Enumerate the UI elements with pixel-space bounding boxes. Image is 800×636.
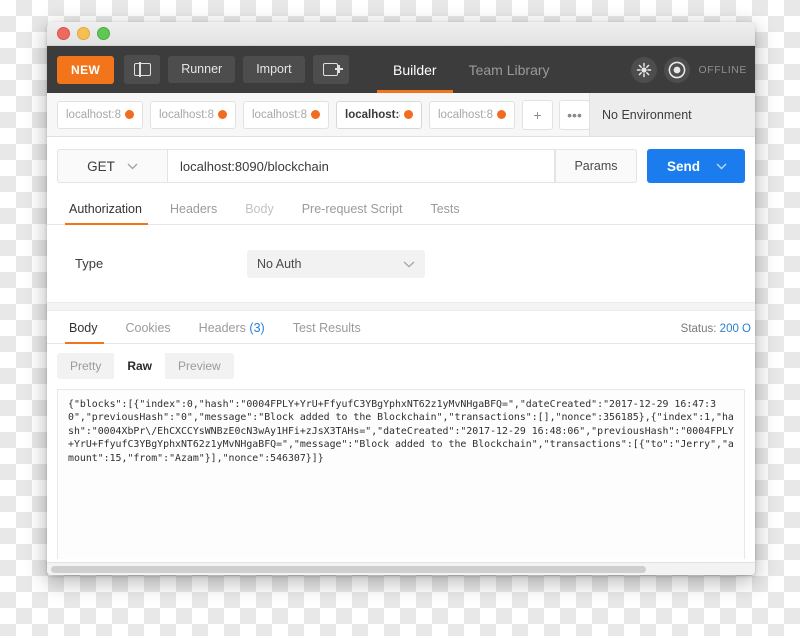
format-pretty-button[interactable]: Pretty — [57, 353, 114, 379]
sidebar-toggle-button[interactable] — [124, 55, 161, 84]
new-tab-button[interactable] — [312, 55, 349, 84]
nav-builder[interactable]: Builder — [377, 46, 453, 93]
new-button[interactable]: NEW — [57, 55, 115, 84]
chevron-down-icon — [716, 163, 727, 169]
request-tab-2[interactable]: localhost:80 — [150, 100, 236, 129]
send-button[interactable]: Send — [646, 149, 745, 183]
new-tab-icon — [323, 63, 344, 76]
main-nav: Builder Team Library — [377, 46, 566, 93]
auth-type-select[interactable]: No Auth — [247, 249, 425, 278]
response-headers-count-badge: (3) — [249, 321, 265, 335]
request-tab-label: localhost:80 — [345, 108, 400, 121]
format-raw-button[interactable]: Raw — [114, 353, 166, 379]
response-tab-headers-label: Headers — [198, 321, 246, 335]
response-format-toggle: Pretty Raw Preview — [57, 353, 234, 379]
add-request-tab-button[interactable]: + — [522, 99, 553, 130]
more-tabs-button[interactable]: ••• — [559, 99, 590, 130]
response-tab-body[interactable]: Body — [57, 321, 112, 344]
request-tab-1[interactable]: localhost:80 — [57, 100, 143, 129]
response-tab-cookies[interactable]: Cookies — [112, 321, 185, 343]
http-method-value: GET — [87, 158, 115, 174]
request-tab-4-active[interactable]: localhost:80 — [336, 100, 422, 129]
unsaved-dot-icon — [125, 110, 134, 119]
environment-selector[interactable]: No Environment — [589, 93, 755, 136]
sidebar-toggle-icon — [133, 62, 151, 77]
http-method-selector[interactable]: GET — [57, 149, 167, 183]
offline-status-label: OFFLINE — [698, 63, 747, 76]
request-tab-strip: localhost:80 localhost:80 localhost:80 l… — [47, 93, 755, 137]
window-titlebar — [47, 22, 755, 46]
format-preview-button[interactable]: Preview — [165, 353, 234, 379]
response-tab-headers[interactable]: Headers (3) — [185, 321, 279, 343]
params-button[interactable]: Params — [554, 149, 637, 183]
postman-window: NEW Runner Import Builder Team Library O… — [47, 22, 755, 575]
tab-authorization[interactable]: Authorization — [57, 202, 156, 225]
request-tab-5[interactable]: localhost:80 — [429, 100, 515, 129]
status-code-value: 200 O — [719, 323, 751, 335]
tab-pre-request-script[interactable]: Pre-request Script — [288, 202, 417, 224]
horizontal-scrollbar[interactable] — [47, 562, 755, 575]
response-divider — [47, 303, 755, 311]
auth-type-label: Type — [75, 256, 104, 271]
minimize-window-button[interactable] — [77, 27, 90, 40]
tab-tests[interactable]: Tests — [416, 202, 473, 224]
response-section-tabs: Body Cookies Headers (3) Test Results St… — [47, 311, 755, 344]
request-url-input[interactable]: localhost:8090/blockchain — [167, 149, 555, 183]
tab-headers[interactable]: Headers — [156, 202, 231, 224]
close-window-button[interactable] — [57, 27, 70, 40]
response-status: Status: 200 O — [681, 323, 751, 335]
nav-team-library[interactable]: Team Library — [453, 46, 566, 93]
response-body-panel[interactable]: {"blocks":[{"index":0,"hash":"0004FPLY+Y… — [57, 389, 745, 559]
unsaved-dot-icon — [311, 110, 320, 119]
chevron-down-icon — [127, 163, 138, 169]
unsaved-dot-icon — [497, 110, 506, 119]
import-button[interactable]: Import — [243, 56, 305, 83]
send-button-label: Send — [666, 158, 700, 174]
response-tab-test-results[interactable]: Test Results — [279, 321, 375, 343]
sync-button[interactable] — [631, 56, 658, 83]
response-format-row: Pretty Raw Preview — [47, 344, 755, 379]
status-prefix-label: Status: — [680, 323, 717, 335]
request-url-row: GET localhost:8090/blockchain Params Sen… — [47, 137, 755, 193]
request-tab-label: localhost:80 — [159, 108, 214, 121]
tab-body[interactable]: Body — [231, 202, 288, 224]
account-icon — [669, 61, 686, 78]
app-toolbar: NEW Runner Import Builder Team Library O… — [47, 46, 755, 93]
request-tab-label: localhost:80 — [252, 108, 307, 121]
chevron-down-icon — [403, 257, 415, 271]
request-tab-label: localhost:80 — [66, 108, 121, 121]
unsaved-dot-icon — [218, 110, 227, 119]
request-section-tabs: Authorization Headers Body Pre-request S… — [47, 193, 755, 225]
request-tab-label: localhost:80 — [438, 108, 493, 121]
runner-button[interactable]: Runner — [168, 56, 236, 83]
sync-icon — [637, 62, 652, 77]
response-body-text: {"blocks":[{"index":0,"hash":"0004FPLY+Y… — [68, 399, 734, 464]
unsaved-dot-icon — [404, 110, 413, 119]
authorization-panel: Type No Auth — [47, 225, 755, 303]
account-button[interactable] — [664, 56, 691, 83]
zoom-window-button[interactable] — [97, 27, 110, 40]
auth-type-value: No Auth — [257, 256, 302, 271]
request-tab-3[interactable]: localhost:80 — [243, 100, 329, 129]
toolbar-right-cluster: OFFLINE — [624, 46, 747, 93]
scrollbar-thumb[interactable] — [51, 566, 646, 573]
